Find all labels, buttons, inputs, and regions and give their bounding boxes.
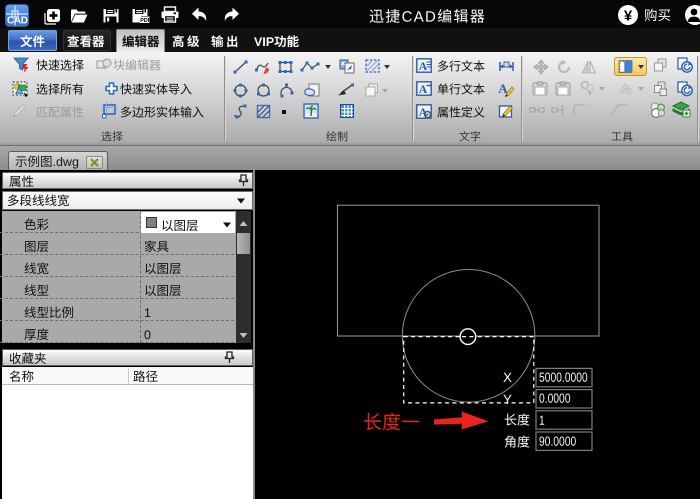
svg-text:A: A	[419, 59, 428, 73]
svg-text:¥: ¥	[624, 8, 633, 25]
svg-text:A: A	[419, 82, 428, 96]
svg-text:PDF: PDF	[140, 18, 151, 24]
